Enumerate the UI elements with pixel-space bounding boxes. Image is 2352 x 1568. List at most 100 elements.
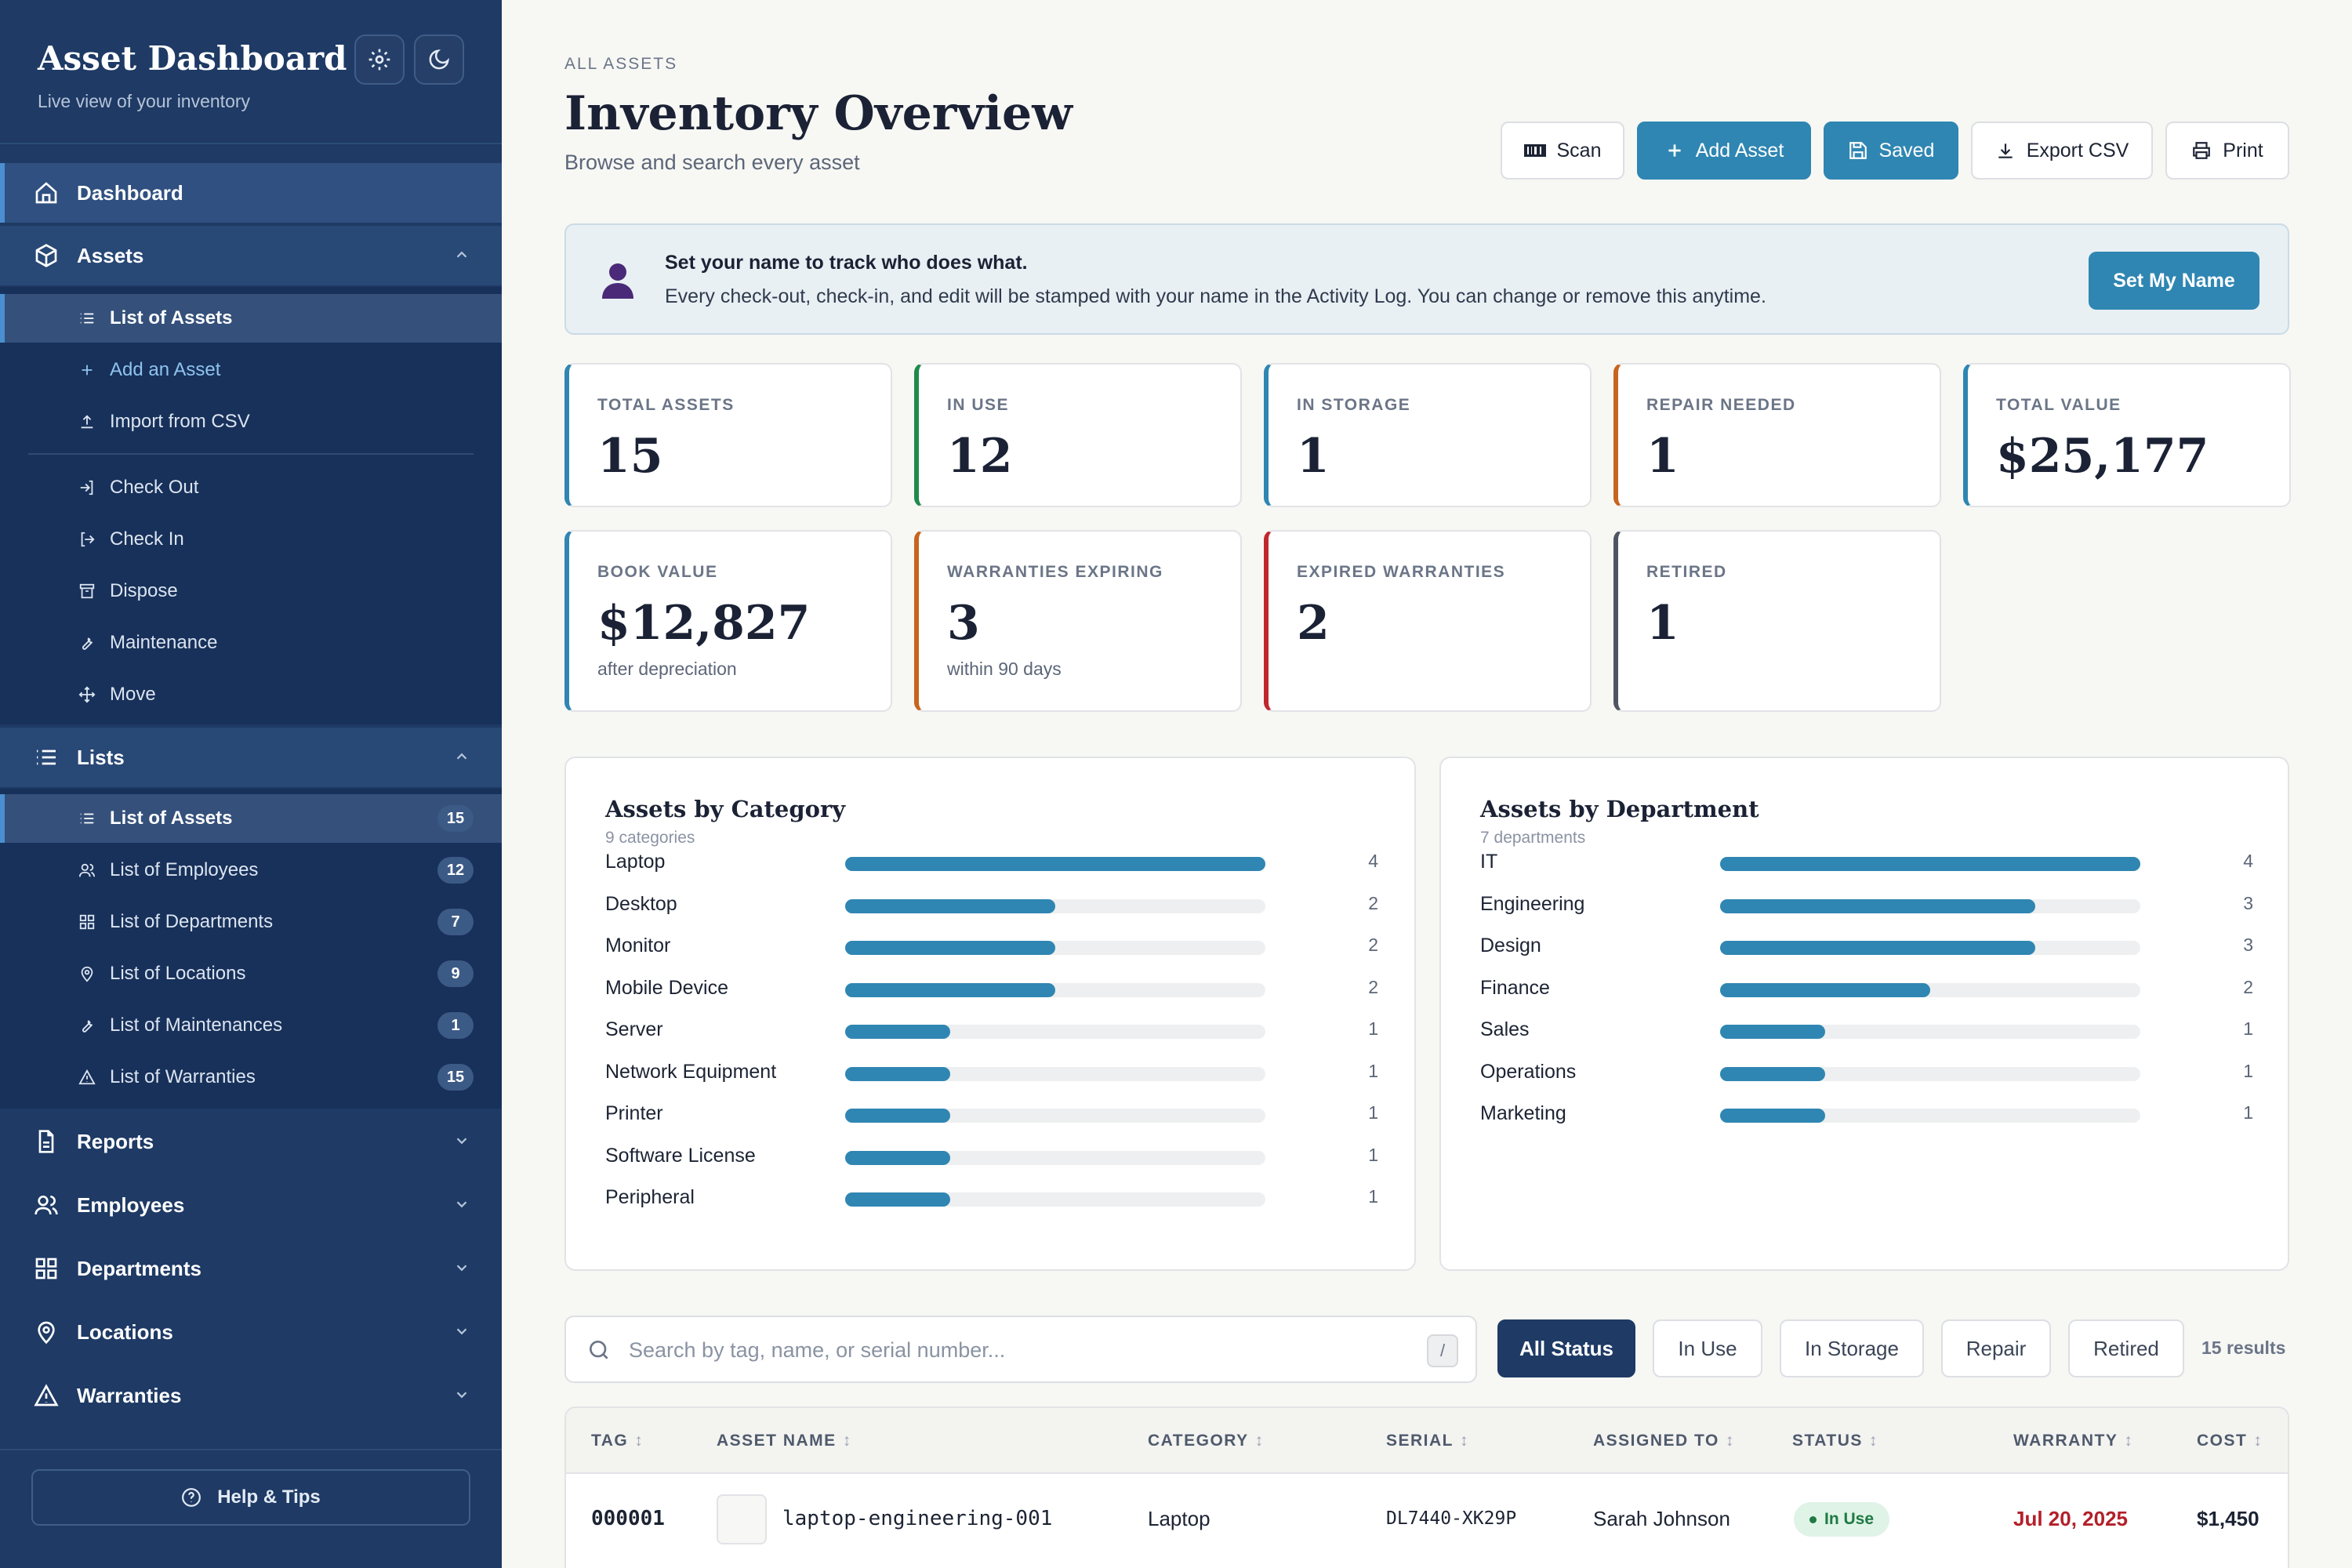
sidebar-item-reports[interactable]: Reports (0, 1112, 502, 1171)
bar (845, 1150, 950, 1165)
cell-assigned-to: Sarah Johnson (1593, 1507, 1730, 1530)
sidebar-item-label: List of Departments (110, 911, 274, 932)
column-header-asset-name[interactable]: ASSET NAME ↕ (717, 1432, 852, 1450)
column-header-tag[interactable]: TAG ↕ (591, 1432, 644, 1450)
bar-row: Laptop 4 (605, 846, 1378, 877)
column-header-assigned-to[interactable]: ASSIGNED TO ↕ (1593, 1432, 1735, 1450)
sidebar-item-move[interactable]: Move (0, 670, 502, 719)
theme-toggle-button[interactable] (414, 34, 464, 85)
export-csv-label: Export CSV (2026, 139, 2129, 162)
sidebar-item-maintenance[interactable]: Maintenance (0, 619, 502, 667)
stat-card-total-value: TOTAL VALUE $25,177 (1963, 363, 2291, 507)
bar-label: Finance (1480, 976, 1550, 999)
bar (1720, 1109, 1825, 1123)
printer-icon (2191, 140, 2212, 161)
scan-button[interactable]: Scan (1501, 122, 1624, 180)
sidebar-item-lists-assets[interactable]: List of Assets 15 (0, 794, 502, 843)
sidebar-item-add-asset[interactable]: Add an Asset (0, 346, 502, 394)
bar-value-label: 1 (1368, 1102, 1378, 1123)
app-title: Asset Dashboard (38, 39, 347, 78)
sidebar-item-lists-warranties[interactable]: List of Warranties 15 (0, 1053, 502, 1102)
sidebar-item-label: Import from CSV (110, 411, 250, 432)
sidebar-item-label: Assets (77, 243, 144, 267)
sidebar-item-departments[interactable]: Departments (0, 1239, 502, 1298)
sidebar-item-employees[interactable]: Employees (0, 1175, 502, 1235)
sidebar-item-assets[interactable]: Assets (0, 226, 502, 285)
bar-label: Operations (1480, 1060, 1577, 1083)
filter-retired[interactable]: Retired (2068, 1319, 2184, 1377)
sidebar-item-lists-departments[interactable]: List of Departments 7 (0, 898, 502, 946)
log-in-icon (77, 477, 97, 498)
stat-value: 1 (1646, 429, 1679, 484)
column-header-warranty[interactable]: WARRANTY ↕ (2013, 1432, 2133, 1450)
sidebar-item-list-of-assets[interactable]: List of Assets (0, 294, 502, 343)
bar-label: Marketing (1480, 1102, 1566, 1124)
bar-row: Monitor 2 (605, 930, 1378, 961)
bar-row: Server 1 (605, 1014, 1378, 1045)
bar-value-label: 1 (1368, 1018, 1378, 1039)
add-asset-button[interactable]: Add Asset (1637, 122, 1811, 180)
filter-repair[interactable]: Repair (1941, 1319, 2051, 1377)
bar-value-label: 1 (2243, 1018, 2253, 1039)
filter-in-use[interactable]: In Use (1653, 1319, 1762, 1377)
chevron-up-icon (456, 251, 467, 258)
sidebar-item-warranties[interactable]: Warranties (0, 1366, 502, 1425)
sidebar-item-check-in[interactable]: Check In (0, 515, 502, 564)
sidebar-item-dashboard[interactable]: Dashboard (0, 163, 502, 223)
assets-table: TAG ↕ ASSET NAME ↕ CATEGORY ↕ SERIAL ↕ ASSIG… (564, 1406, 2289, 1568)
users-icon (31, 1190, 61, 1220)
stat-value: $25,177 (1996, 429, 2209, 484)
bar-track (1720, 1109, 2140, 1123)
sidebar-item-import-csv[interactable]: Import from CSV (0, 397, 502, 446)
search-input[interactable] (629, 1331, 1413, 1369)
sidebar-item-dispose[interactable]: Dispose (0, 567, 502, 615)
column-header-cost[interactable]: COST ↕ (2197, 1432, 2263, 1450)
bar-row: Network Equipment 1 (605, 1056, 1378, 1087)
grid-icon (31, 1254, 61, 1283)
list-icon (31, 742, 61, 772)
export-csv-button[interactable]: Export CSV (1971, 122, 2153, 180)
column-header-status[interactable]: STATUS ↕ (1792, 1432, 1878, 1450)
count-badge: 7 (437, 909, 474, 935)
help-tips-button[interactable]: Help & Tips (31, 1469, 470, 1526)
bar-label: Mobile Device (605, 976, 729, 999)
settings-button[interactable] (354, 34, 405, 85)
bar-row: Engineering 3 (1480, 888, 2253, 920)
count-badge: 12 (437, 857, 474, 884)
bar-row: Marketing 1 (1480, 1098, 2253, 1129)
sidebar-item-check-out[interactable]: Check Out (0, 463, 502, 512)
sidebar-divider (0, 1449, 502, 1450)
breadcrumb: ALL ASSETS (564, 55, 678, 73)
column-header-category[interactable]: CATEGORY ↕ (1148, 1432, 1265, 1450)
sidebar-item-lists-employees[interactable]: List of Employees 12 (0, 846, 502, 895)
saved-button[interactable]: Saved (1824, 122, 1958, 180)
chevron-up-icon (456, 753, 467, 760)
sort-icon: ↕ (842, 1432, 852, 1450)
users-icon (77, 860, 97, 880)
sidebar-item-lists-locations[interactable]: List of Locations 9 (0, 949, 502, 998)
filter-in-storage[interactable]: In Storage (1780, 1319, 1924, 1377)
stat-value: 1 (1646, 596, 1679, 651)
bar-track (845, 1025, 1265, 1039)
bar-value-label: 3 (2243, 935, 2253, 955)
chart-title: Assets by Category (605, 796, 846, 822)
sidebar-item-locations[interactable]: Locations (0, 1302, 502, 1362)
sidebar-item-lists-maintenances[interactable]: List of Maintenances 1 (0, 1001, 502, 1050)
column-header-serial[interactable]: SERIAL ↕ (1386, 1432, 1469, 1450)
bar-value-label: 1 (1368, 1186, 1378, 1207)
bar (1720, 1025, 1825, 1039)
filter-all-status[interactable]: All Status (1497, 1319, 1635, 1377)
bar-label: Engineering (1480, 892, 1585, 915)
wrench-icon (77, 1015, 97, 1036)
sidebar-item-lists[interactable]: Lists (0, 728, 502, 787)
bar-track (1720, 941, 2140, 955)
cell-asset-name[interactable]: laptop-engineering-001 (782, 1507, 1052, 1530)
bar-value-label: 4 (1368, 851, 1378, 871)
set-my-name-button[interactable]: Set My Name (2089, 252, 2259, 310)
print-button[interactable]: Print (2165, 122, 2289, 180)
sidebar-item-label: Employees (77, 1192, 185, 1217)
chart-assets-by-category: Assets by Category 9 categories Laptop 4 D… (564, 757, 1416, 1271)
stat-value: $12,827 (597, 596, 811, 651)
cell-serial: DL7440-XK29P (1386, 1508, 1517, 1529)
bar-label: Printer (605, 1102, 663, 1124)
